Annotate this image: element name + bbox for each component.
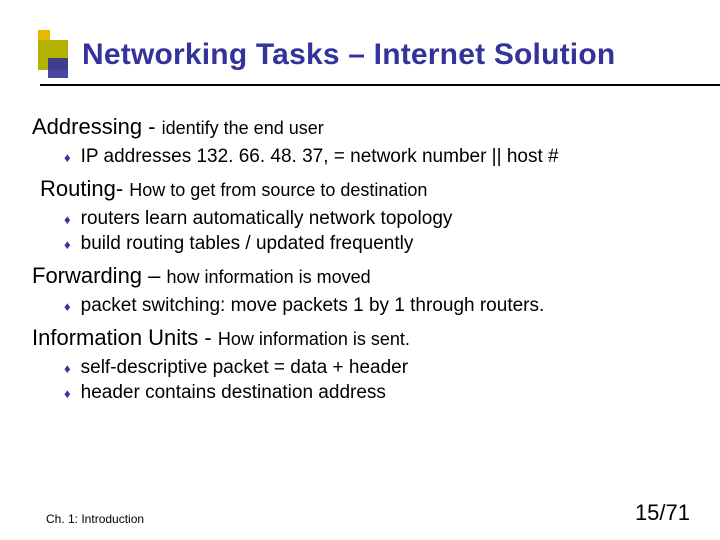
page-number: 15/71 — [635, 500, 690, 526]
chapter-label: Ch. 1: Introduction — [46, 512, 144, 526]
bullet-diamond-icon: ♦ — [64, 211, 71, 229]
bullet-diamond-icon: ♦ — [64, 298, 71, 316]
heading-sub: How to get from source to destination — [129, 180, 427, 200]
bullet-item: ♦ self-descriptive packet = data + header — [64, 355, 692, 381]
bullet-list: ♦ packet switching: move packets 1 by 1 t… — [64, 293, 692, 319]
bullet-item: ♦ build routing tables / updated frequent… — [64, 231, 692, 257]
bullet-diamond-icon: ♦ — [64, 385, 71, 403]
slide-footer: Ch. 1: Introduction 15/71 — [46, 500, 690, 526]
section-heading: Forwarding – how information is moved — [32, 263, 692, 289]
bullet-item: ♦ routers learn automatically network top… — [64, 206, 692, 232]
bullet-item: ♦ packet switching: move packets 1 by 1 t… — [64, 293, 692, 319]
slide-title: Networking Tasks – Internet Solution — [82, 38, 720, 72]
section-heading: Addressing - identify the end user — [32, 114, 692, 140]
bullet-list: ♦ routers learn automatically network top… — [64, 206, 692, 257]
heading-sub: How information is sent. — [218, 329, 410, 349]
heading-main: Information Units - — [32, 325, 218, 350]
bullet-list: ♦ self-descriptive packet = data + header… — [64, 355, 692, 406]
heading-main: Addressing - — [32, 114, 162, 139]
heading-sub: identify the end user — [162, 118, 324, 138]
heading-main: Routing- — [40, 176, 129, 201]
bullet-text: self-descriptive packet = data + header — [81, 355, 408, 381]
bullet-diamond-icon: ♦ — [64, 360, 71, 378]
bullet-list: ♦ IP addresses 132. 66. 48. 37, = network… — [64, 144, 692, 170]
bullet-text: header contains destination address — [81, 380, 386, 406]
bullet-text: packet switching: move packets 1 by 1 th… — [81, 293, 545, 319]
heading-main: Forwarding – — [32, 263, 167, 288]
title-divider — [40, 84, 720, 86]
section-heading: Routing- How to get from source to desti… — [40, 176, 692, 202]
bullet-item: ♦ header contains destination address — [64, 380, 692, 406]
bullet-item: ♦ IP addresses 132. 66. 48. 37, = network… — [64, 144, 692, 170]
section-heading: Information Units - How information is s… — [32, 325, 692, 351]
bullet-diamond-icon: ♦ — [64, 149, 71, 167]
bullet-text: IP addresses 132. 66. 48. 37, = network … — [81, 144, 559, 170]
slide-content: Addressing - identify the end user ♦ IP ad… — [0, 86, 720, 406]
bullet-text: build routing tables / updated frequentl… — [81, 231, 414, 257]
bullet-text: routers learn automatically network topo… — [81, 206, 453, 232]
heading-sub: how information is moved — [167, 267, 371, 287]
bullet-diamond-icon: ♦ — [64, 236, 71, 254]
logo-square-navy — [48, 58, 68, 78]
